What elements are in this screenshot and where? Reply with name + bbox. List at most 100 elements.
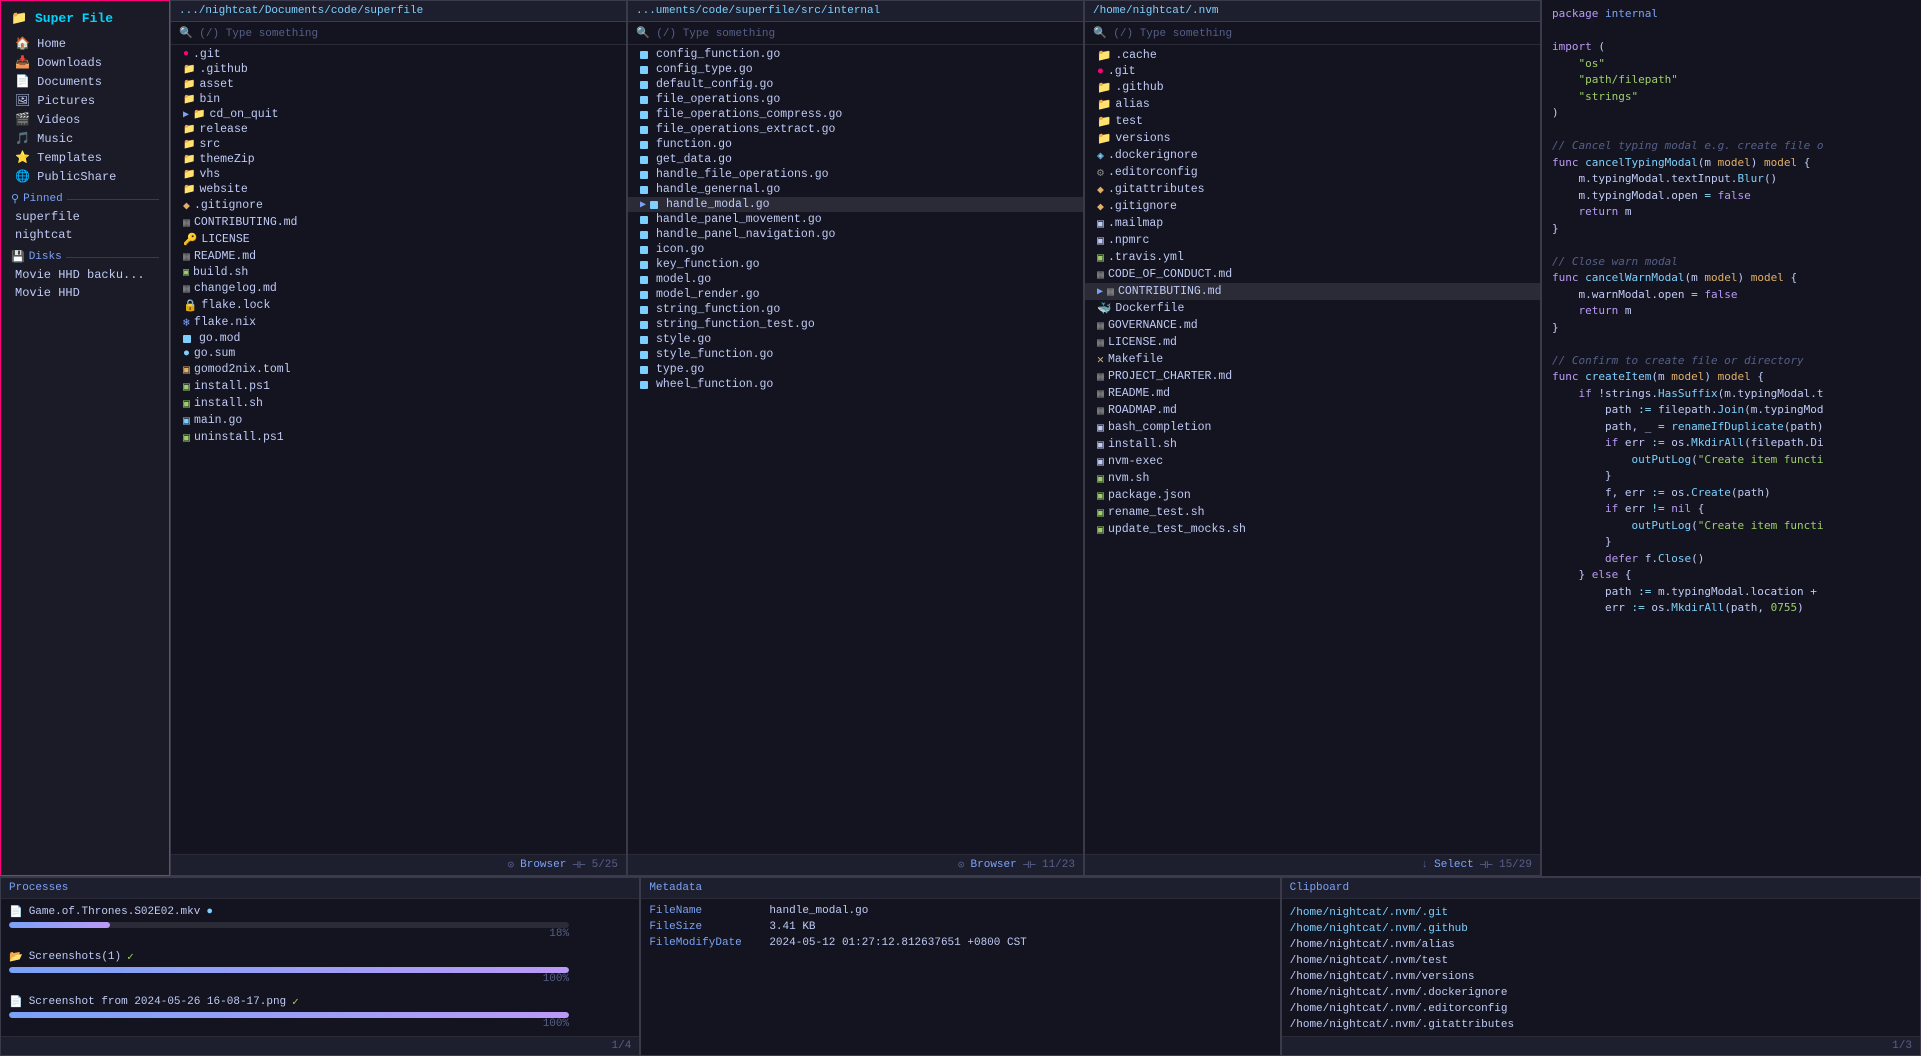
file-item[interactable]: ▦ CONTRIBUTING.md <box>171 214 626 231</box>
file-item[interactable]: 📁 .cache <box>1085 47 1540 64</box>
file-item[interactable]: ▦ PROJECT_CHARTER.md <box>1085 368 1540 385</box>
clipboard-item[interactable]: /home/nightcat/.nvm/.gitattributes <box>1290 1017 1912 1033</box>
clipboard-item[interactable]: /home/nightcat/.nvm/test <box>1290 953 1912 969</box>
file-item[interactable]: ◈ .dockerignore <box>1085 147 1540 164</box>
file-item[interactable]: handle_genernal.go <box>628 182 1083 197</box>
file-item[interactable]: ❄ flake.nix <box>171 314 626 331</box>
file-item[interactable]: icon.go <box>628 242 1083 257</box>
file-item[interactable]: ▣ package.json <box>1085 487 1540 504</box>
clipboard-item[interactable]: /home/nightcat/.nvm/alias <box>1290 937 1912 953</box>
file-item[interactable]: string_function.go <box>628 302 1083 317</box>
file-item[interactable]: default_config.go <box>628 77 1083 92</box>
panel-1-search[interactable]: 🔍 (/) Type something <box>171 22 626 45</box>
sidebar-item-publicshare[interactable]: 🌐 PublicShare <box>1 167 169 186</box>
file-item[interactable]: 🐳 Dockerfile <box>1085 300 1540 317</box>
file-item[interactable]: get_data.go <box>628 152 1083 167</box>
sidebar-item-videos[interactable]: 🎬 Videos <box>1 110 169 129</box>
file-item[interactable]: ▦ GOVERNANCE.md <box>1085 317 1540 334</box>
file-item[interactable]: 📁 vhs <box>171 167 626 182</box>
file-item[interactable]: ▣ update_test_mocks.sh <box>1085 521 1540 538</box>
file-item[interactable]: ◆ .gitattributes <box>1085 181 1540 198</box>
file-item[interactable]: model_render.go <box>628 287 1083 302</box>
file-item[interactable]: ▣ install.sh <box>171 395 626 412</box>
panel-2-search[interactable]: 🔍 (/) Type something <box>628 22 1083 45</box>
file-item[interactable]: ● go.sum <box>171 346 626 361</box>
file-item[interactable]: ▣ .npmrc <box>1085 232 1540 249</box>
file-item[interactable]: key_function.go <box>628 257 1083 272</box>
clipboard-item[interactable]: /home/nightcat/.nvm/.editorconfig <box>1290 1001 1912 1017</box>
file-item[interactable]: ▣ uninstall.ps1 <box>171 429 626 446</box>
file-item[interactable]: 📁 bin <box>171 92 626 107</box>
sidebar-disk-1[interactable]: Movie HHD backu... <box>1 266 169 284</box>
file-item[interactable]: ▦ LICENSE.md <box>1085 334 1540 351</box>
clipboard-item[interactable]: /home/nightcat/.nvm/versions <box>1290 969 1912 985</box>
file-item[interactable]: 📁 .github <box>171 62 626 77</box>
sidebar-pinned-nightcat[interactable]: nightcat <box>1 226 169 244</box>
file-item[interactable]: 📁 themeZip <box>171 152 626 167</box>
file-item[interactable]: style.go <box>628 332 1083 347</box>
file-item[interactable]: 📁 asset <box>171 77 626 92</box>
file-item[interactable]: ▣ install.sh <box>1085 436 1540 453</box>
file-item[interactable]: ◆ .gitignore <box>171 197 626 214</box>
file-item[interactable]: 📁 release <box>171 122 626 137</box>
file-item[interactable]: wheel_function.go <box>628 377 1083 392</box>
file-item[interactable]: ▣ main.go <box>171 412 626 429</box>
file-item[interactable]: type.go <box>628 362 1083 377</box>
file-item[interactable]: file_operations_compress.go <box>628 107 1083 122</box>
sidebar-item-documents[interactable]: 📄 Documents <box>1 72 169 91</box>
file-item[interactable]: ▶ handle_modal.go <box>628 197 1083 212</box>
sidebar-disk-2[interactable]: Movie HHD <box>1 284 169 302</box>
clipboard-item[interactable]: /home/nightcat/.nvm/.dockerignore <box>1290 985 1912 1001</box>
file-item[interactable]: ▣ nvm-exec <box>1085 453 1540 470</box>
file-item[interactable]: ▦ CODE_OF_CONDUCT.md <box>1085 266 1540 283</box>
file-item[interactable]: config_function.go <box>628 47 1083 62</box>
panel-3-search[interactable]: 🔍 (/) Type something <box>1085 22 1540 45</box>
file-item[interactable]: handle_panel_navigation.go <box>628 227 1083 242</box>
file-item[interactable]: ▦ changelog.md <box>171 280 626 297</box>
file-item[interactable]: 📁 versions <box>1085 130 1540 147</box>
sidebar-item-home[interactable]: 🏠 Home <box>1 34 169 53</box>
sidebar-pinned-superfile[interactable]: superfile <box>1 208 169 226</box>
file-item[interactable]: function.go <box>628 137 1083 152</box>
file-item[interactable]: handle_panel_movement.go <box>628 212 1083 227</box>
sidebar-item-music[interactable]: 🎵 Music <box>1 129 169 148</box>
sidebar-item-downloads[interactable]: 📥 Downloads <box>1 53 169 72</box>
sidebar-item-templates[interactable]: ⭐ Templates <box>1 148 169 167</box>
file-item[interactable]: file_operations_extract.go <box>628 122 1083 137</box>
file-item[interactable]: 📁 .github <box>1085 79 1540 96</box>
file-item[interactable]: style_function.go <box>628 347 1083 362</box>
file-item[interactable]: ▣ gomod2nix.toml <box>171 361 626 378</box>
file-item[interactable]: ● .git <box>1085 64 1540 79</box>
file-item[interactable]: ▣ .travis.yml <box>1085 249 1540 266</box>
file-item[interactable]: file_operations.go <box>628 92 1083 107</box>
clipboard-item[interactable]: /home/nightcat/.nvm/.git <box>1290 905 1912 921</box>
file-item[interactable]: ▦ ROADMAP.md <box>1085 402 1540 419</box>
file-item[interactable]: ▣ install.ps1 <box>171 378 626 395</box>
file-item[interactable]: ▦ README.md <box>171 248 626 265</box>
file-item[interactable]: 🔑 LICENSE <box>171 231 626 248</box>
file-item[interactable]: ● .git <box>171 47 626 62</box>
file-item[interactable]: ⚙ .editorconfig <box>1085 164 1540 181</box>
file-item[interactable]: config_type.go <box>628 62 1083 77</box>
file-item[interactable]: 📁 website <box>171 182 626 197</box>
file-item[interactable]: ✕ Makefile <box>1085 351 1540 368</box>
file-item[interactable]: ▶▦ CONTRIBUTING.md <box>1085 283 1540 300</box>
file-item[interactable]: model.go <box>628 272 1083 287</box>
file-item[interactable]: go.mod <box>171 331 626 346</box>
file-item[interactable]: ▣ rename_test.sh <box>1085 504 1540 521</box>
clipboard-item[interactable]: /home/nightcat/.nvm/.github <box>1290 921 1912 937</box>
file-item[interactable]: ▶📁 cd_on_quit <box>171 107 626 122</box>
file-item[interactable]: ▣ build.sh <box>171 265 626 280</box>
file-item[interactable]: ▣ .mailmap <box>1085 215 1540 232</box>
file-item[interactable]: ▦ README.md <box>1085 385 1540 402</box>
file-item[interactable]: 📁 alias <box>1085 96 1540 113</box>
file-item[interactable]: ▣ nvm.sh <box>1085 470 1540 487</box>
file-item[interactable]: handle_file_operations.go <box>628 167 1083 182</box>
file-item[interactable]: 📁 test <box>1085 113 1540 130</box>
file-item[interactable]: 📁 src <box>171 137 626 152</box>
file-item[interactable]: ◆ .gitignore <box>1085 198 1540 215</box>
file-item[interactable]: string_function_test.go <box>628 317 1083 332</box>
sidebar-item-pictures[interactable]: 🖼 Pictures <box>1 91 169 110</box>
file-item[interactable]: 🔒 flake.lock <box>171 297 626 314</box>
file-item[interactable]: ▣ bash_completion <box>1085 419 1540 436</box>
